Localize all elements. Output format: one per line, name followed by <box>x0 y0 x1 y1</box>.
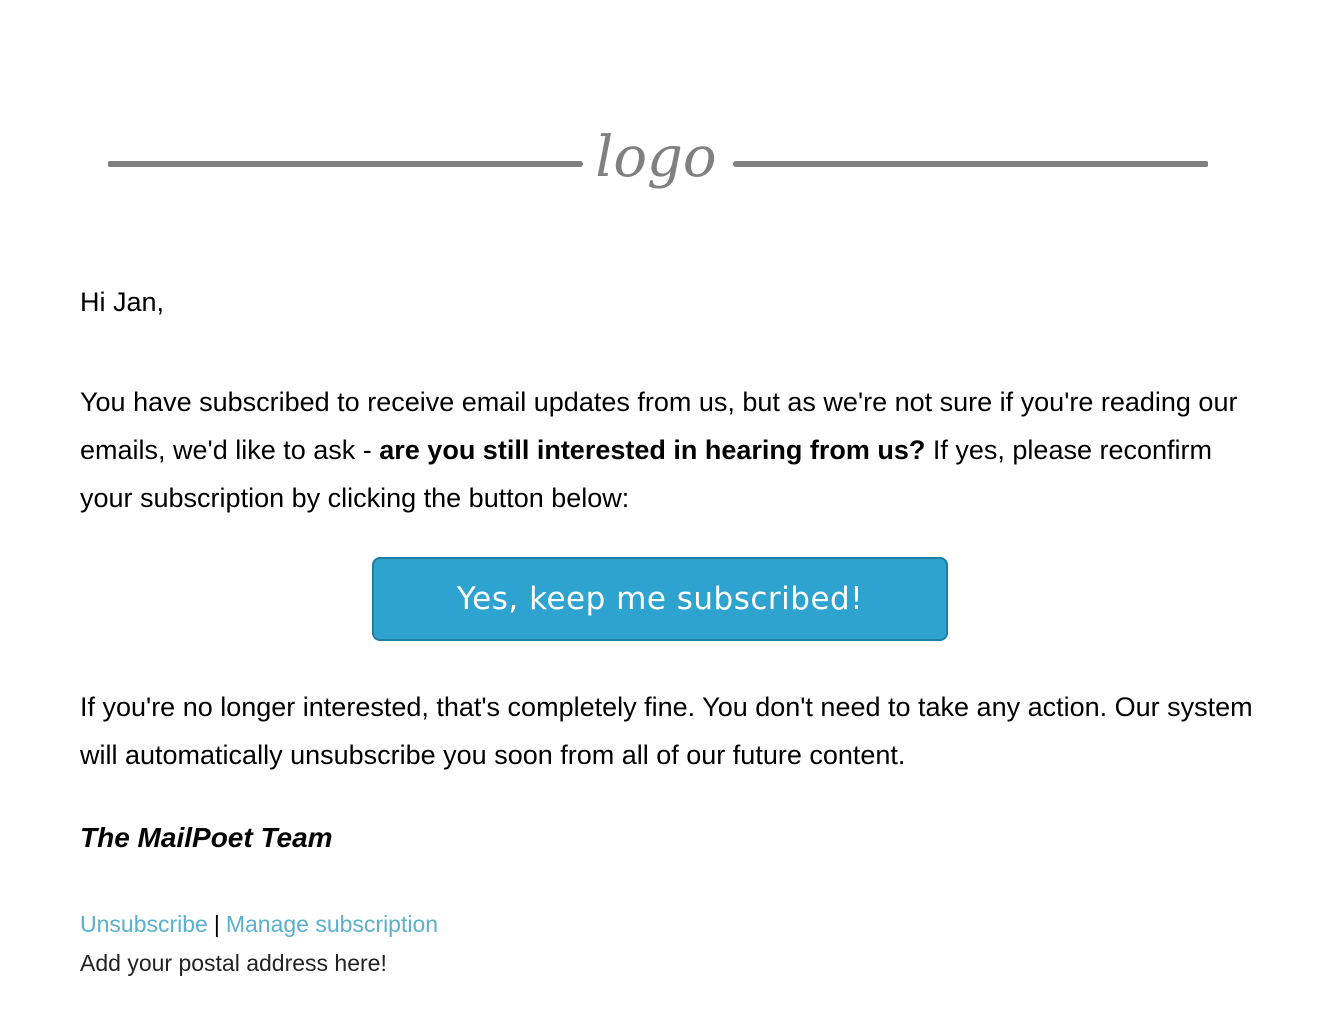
intro-question: are you still interested in hearing from… <box>379 435 926 465</box>
manage-subscription-link[interactable]: Manage subscription <box>226 911 438 937</box>
intro-paragraph: You have subscribed to receive email upd… <box>80 378 1240 522</box>
cta-container: Yes, keep me subscribed! <box>372 557 948 641</box>
email-body: Hi Jan, You have subscribed to receive e… <box>80 282 1240 522</box>
logo-text: logo <box>595 125 716 190</box>
logo-divider: logo <box>108 125 1208 190</box>
unsubscribe-link[interactable]: Unsubscribe <box>80 911 208 937</box>
footer-links: Unsubscribe | Manage subscription <box>80 908 438 940</box>
greeting: Hi Jan, <box>80 287 165 317</box>
signature: The MailPoet Team <box>80 822 333 853</box>
keep-subscribed-button[interactable]: Yes, keep me subscribed! <box>372 557 948 641</box>
outro-paragraph: If you're no longer interested, that's c… <box>80 692 1253 770</box>
link-separator: | <box>213 911 220 937</box>
postal-address: Add your postal address here! <box>80 950 387 976</box>
header-logo: logo <box>108 118 1208 208</box>
